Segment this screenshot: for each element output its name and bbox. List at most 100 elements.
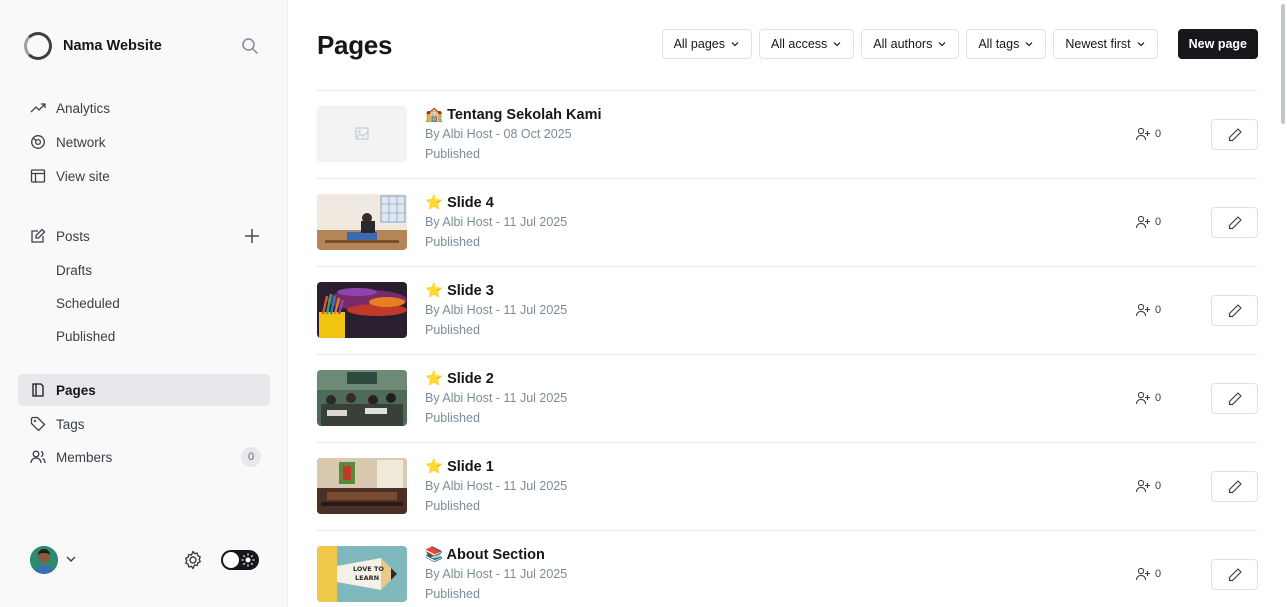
- avatar[interactable]: [30, 546, 58, 574]
- new-page-button[interactable]: New page: [1177, 29, 1258, 59]
- list-item[interactable]: LOVE TO LEARN 📚 About Section By Albi Hos…: [317, 531, 1258, 607]
- member-count-value: 0: [1155, 216, 1162, 228]
- sidebar-item-posts[interactable]: Posts: [18, 220, 270, 252]
- filter-bar: All pages All access All authors All tag…: [655, 29, 1258, 59]
- list-item[interactable]: ⭐ Slide 3 By Albi Host - 11 Jul 2025 Pub…: [317, 267, 1258, 355]
- pages-icon: [30, 382, 46, 398]
- edit-page-button[interactable]: [1211, 383, 1258, 414]
- sidebar-item-published[interactable]: Published: [18, 320, 270, 353]
- members-icon: [30, 449, 46, 465]
- filter-authors[interactable]: All authors: [861, 29, 960, 59]
- chevron-down-icon: [833, 42, 841, 47]
- page-meta: By Albi Host - 08 Oct 2025: [425, 127, 572, 141]
- pencil-icon: [1228, 391, 1242, 405]
- thumb-text-line-1: LOVE TO: [353, 565, 384, 573]
- edit-page-button[interactable]: [1211, 559, 1258, 590]
- sidebar-item-scheduled[interactable]: Scheduled: [18, 287, 270, 320]
- sidebar-item-view-site[interactable]: View site: [18, 160, 270, 192]
- page-meta: By Albi Host - 11 Jul 2025: [425, 567, 568, 581]
- scrollbar[interactable]: [1281, 4, 1285, 124]
- page-title-link[interactable]: 📚 About Section: [425, 546, 545, 563]
- pencil-icon: [1228, 567, 1242, 581]
- filter-sort-order[interactable]: Newest first: [1053, 29, 1158, 59]
- main-content: Pages All pages All access All authors A…: [288, 0, 1287, 607]
- status-badge: Published: [425, 147, 480, 161]
- sidebar: Nama Website Analytics Network View site…: [0, 0, 288, 607]
- site-name: Nama Website: [63, 38, 162, 54]
- status-badge: Published: [425, 587, 480, 601]
- site-brand[interactable]: Nama Website: [24, 32, 162, 60]
- pencil-icon: [1228, 479, 1242, 493]
- add-post-icon[interactable]: [244, 228, 260, 244]
- sidebar-item-drafts[interactable]: Drafts: [18, 254, 270, 287]
- sidebar-item-label: View site: [56, 168, 110, 184]
- filter-page-type[interactable]: All pages: [661, 29, 752, 59]
- thumb-text-line-2: LEARN: [355, 574, 379, 582]
- pencil-icon: [1228, 303, 1242, 317]
- page-title-link[interactable]: ⭐ Slide 1: [425, 458, 494, 475]
- add-member-icon: [1135, 127, 1150, 141]
- page-meta: By Albi Host - 11 Jul 2025: [425, 391, 568, 405]
- add-member-icon: [1135, 303, 1150, 317]
- sidebar-item-analytics[interactable]: Analytics: [18, 92, 270, 124]
- member-count: 0: [1135, 126, 1161, 142]
- theme-toggle[interactable]: [221, 550, 259, 570]
- page-title-link[interactable]: 🏫 Tentang Sekolah Kami: [425, 106, 602, 123]
- add-member-icon: [1135, 479, 1150, 493]
- chevron-down-icon: [1025, 42, 1033, 47]
- search-icon[interactable]: [240, 36, 260, 56]
- page-title-link[interactable]: ⭐ Slide 2: [425, 370, 494, 387]
- nav-top: Analytics Network View site: [18, 92, 270, 192]
- filter-label: All access: [771, 37, 828, 51]
- member-count: 0: [1135, 478, 1161, 494]
- list-item[interactable]: ⭐ Slide 2 By Albi Host - 11 Jul 2025 Pub…: [317, 355, 1258, 443]
- network-icon: [30, 134, 46, 150]
- view-site-icon: [30, 168, 46, 184]
- status-badge: Published: [425, 235, 480, 249]
- add-member-icon: [1135, 567, 1150, 581]
- filter-label: Newest first: [1065, 37, 1131, 51]
- pencil-icon: [1228, 127, 1242, 141]
- filter-tags[interactable]: All tags: [966, 29, 1047, 59]
- member-count: 0: [1135, 302, 1161, 318]
- sidebar-item-network[interactable]: Network: [18, 126, 270, 158]
- edit-page-button[interactable]: [1211, 119, 1258, 150]
- sidebar-item-label: Network: [56, 134, 106, 150]
- page-title-link[interactable]: ⭐ Slide 3: [425, 282, 494, 299]
- filter-access[interactable]: All access: [759, 29, 855, 59]
- nav-posts: Posts Drafts Scheduled Published: [18, 220, 270, 353]
- page-thumbnail: [317, 194, 407, 250]
- gear-icon[interactable]: [182, 549, 204, 571]
- sidebar-item-label: Posts: [56, 228, 90, 244]
- page-thumbnail: [317, 458, 407, 514]
- list-item[interactable]: ⭐ Slide 1 By Albi Host - 11 Jul 2025 Pub…: [317, 443, 1258, 531]
- chevron-down-icon[interactable]: [64, 552, 78, 566]
- edit-page-button[interactable]: [1211, 471, 1258, 502]
- list-item[interactable]: ⭐ Slide 4 By Albi Host - 11 Jul 2025 Pub…: [317, 179, 1258, 267]
- sidebar-item-label: Pages: [56, 382, 96, 398]
- list-item[interactable]: 🏫 Tentang Sekolah Kami By Albi Host - 08…: [317, 91, 1258, 179]
- sidebar-item-label: Analytics: [56, 100, 111, 116]
- page-thumbnail: [317, 282, 407, 338]
- analytics-icon: [30, 100, 46, 116]
- sidebar-item-members[interactable]: Members 0: [18, 441, 270, 473]
- member-count-value: 0: [1155, 128, 1162, 140]
- tag-icon: [30, 416, 46, 432]
- page-title-link[interactable]: ⭐ Slide 4: [425, 194, 494, 211]
- pencil-icon: [1228, 215, 1242, 229]
- status-badge: Published: [425, 411, 480, 425]
- page-meta: By Albi Host - 11 Jul 2025: [425, 479, 568, 493]
- page-title: Pages: [317, 30, 393, 60]
- page-thumbnail: [317, 370, 407, 426]
- sidebar-item-pages[interactable]: Pages: [18, 374, 270, 406]
- status-badge: Published: [425, 499, 480, 513]
- member-count-value: 0: [1155, 480, 1162, 492]
- sidebar-item-tags[interactable]: Tags: [18, 408, 270, 440]
- chevron-down-icon: [1137, 42, 1145, 47]
- pages-list: 🏫 Tentang Sekolah Kami By Albi Host - 08…: [317, 90, 1258, 607]
- nav-bottom: Pages Tags Members 0: [18, 374, 270, 473]
- sidebar-item-label: Members: [56, 449, 113, 465]
- edit-page-button[interactable]: [1211, 207, 1258, 238]
- edit-page-button[interactable]: [1211, 295, 1258, 326]
- chevron-down-icon: [731, 42, 739, 47]
